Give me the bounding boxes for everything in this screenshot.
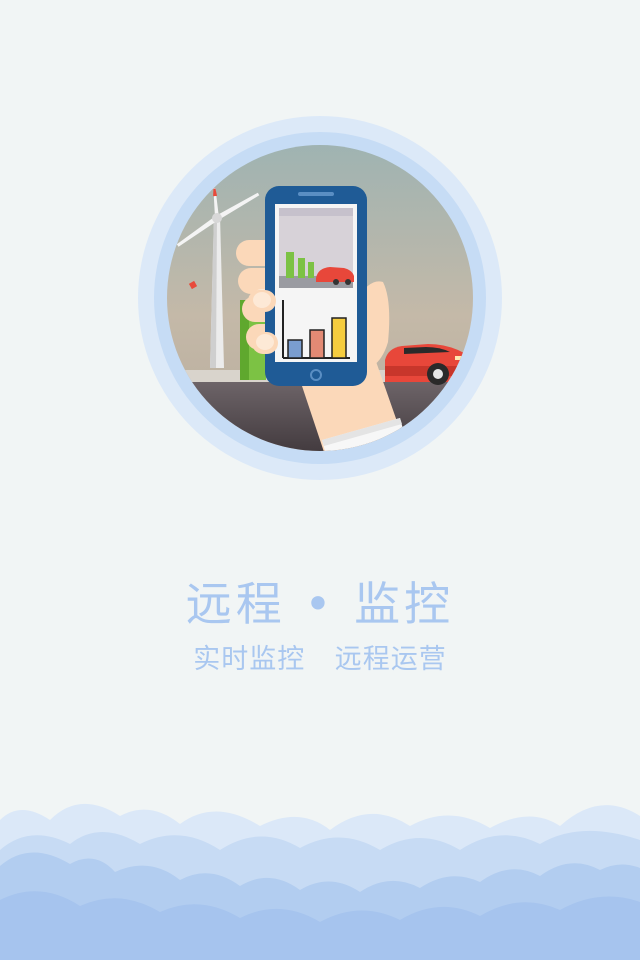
splash-screen: 远程 • 监控 实时监控 远程运营 <box>0 0 640 960</box>
page-subtitle: 实时监控 远程运营 <box>193 644 447 675</box>
cloud-decoration <box>0 803 640 960</box>
page-title: 远程 • 监控 <box>185 577 455 631</box>
remote-monitoring-illustration <box>138 116 502 480</box>
smartphone-icon <box>265 186 367 386</box>
